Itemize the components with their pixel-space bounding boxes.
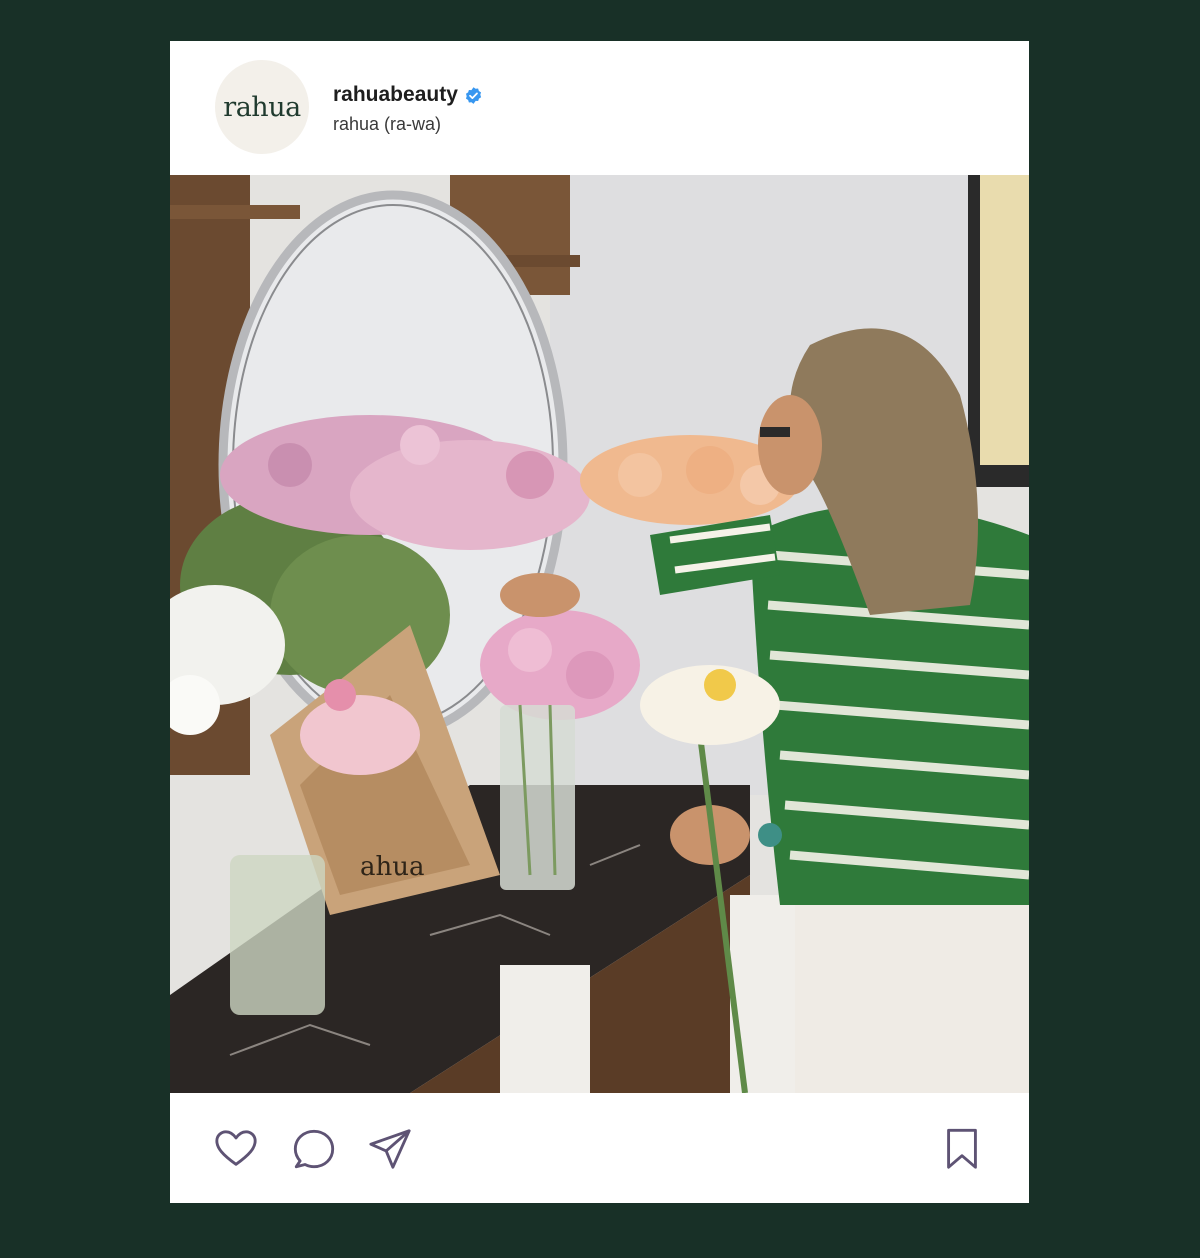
post-image-illustration: ahua [170, 175, 1029, 1093]
avatar-logo-text: rahua [223, 91, 301, 123]
post-card: rahua rahuabeauty rahua (ra-wa) ahua [170, 41, 1029, 1203]
bookmark-icon [947, 1128, 977, 1169]
username-row: rahuabeauty [333, 82, 483, 108]
heart-icon [215, 1130, 257, 1166]
comment-icon [293, 1129, 335, 1169]
post-actions-bar [170, 1093, 1029, 1203]
save-button[interactable] [938, 1125, 986, 1173]
share-button[interactable] [366, 1125, 414, 1173]
username[interactable]: rahuabeauty [333, 83, 458, 107]
comment-button[interactable] [290, 1125, 338, 1173]
like-button[interactable] [212, 1125, 260, 1173]
bag-print-text: ahua [360, 852, 425, 882]
avatar[interactable]: rahua [215, 60, 309, 154]
post-image[interactable]: ahua [170, 175, 1029, 1093]
verified-badge-icon [465, 86, 481, 104]
post-header: rahua rahuabeauty rahua (ra-wa) [170, 41, 1029, 176]
account-subtitle: rahua (ra-wa) [333, 114, 442, 134]
share-icon [369, 1129, 411, 1169]
